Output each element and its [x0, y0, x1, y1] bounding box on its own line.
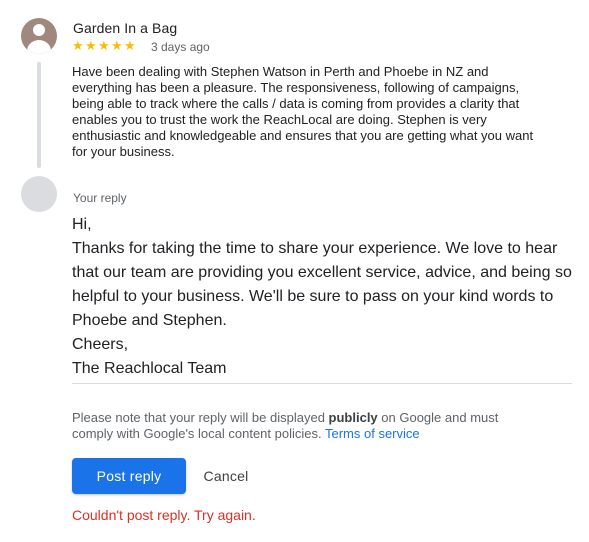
- reply-text-line: Thanks for taking the time to share your…: [72, 240, 558, 257]
- notice-line2: comply with Google's local content polic…: [72, 426, 325, 441]
- cancel-button[interactable]: Cancel: [190, 458, 262, 494]
- reply-text-line: The Reachlocal Team: [72, 360, 227, 377]
- error-message: Couldn't post reply. Try again.: [72, 507, 256, 523]
- avatar-body-shape: [27, 40, 51, 54]
- notice-prefix: Please note that your reply will be disp…: [72, 410, 329, 425]
- reply-text-line: helpful to your business. We'll be sure …: [72, 288, 554, 305]
- star-rating: ★ ★ ★ ★ ★: [72, 39, 137, 53]
- reply-text-line: Hi,: [72, 216, 92, 233]
- reply-textarea[interactable]: Hi, Thanks for taking the time to share …: [72, 213, 572, 384]
- reviewer-name: Garden In a Bag: [73, 20, 178, 36]
- reply-label: Your reply: [73, 191, 127, 205]
- review-reply-panel: Garden In a Bag ★ ★ ★ ★ ★ 3 days ago Hav…: [0, 0, 589, 542]
- reviewer-avatar: [21, 18, 57, 54]
- reply-avatar: [21, 176, 57, 212]
- review-time: 3 days ago: [151, 40, 210, 54]
- star-icon: ★: [111, 38, 123, 53]
- review-text-line: for your business.: [72, 144, 175, 159]
- reply-text-line: Phoebe and Stephen.: [72, 312, 227, 329]
- review-text-line: enables you to trust the work the ReachL…: [72, 112, 487, 127]
- post-reply-button[interactable]: Post reply: [72, 458, 186, 494]
- avatar-head-shape: [33, 24, 45, 36]
- review-text-line: being able to track where the calls / da…: [72, 96, 520, 111]
- review-text-line: enthusiastic and knowledgeable and ensur…: [72, 128, 534, 143]
- terms-of-service-link[interactable]: Terms of service: [325, 426, 420, 441]
- reply-text-line: that our team are providing you excellen…: [72, 264, 572, 281]
- review-text-line: everything has been a pleasure. The resp…: [72, 80, 520, 95]
- review-text: Have been dealing with Stephen Watson in…: [72, 64, 577, 160]
- reply-text-line: Cheers,: [72, 336, 129, 353]
- notice-middle: on Google and must: [377, 410, 499, 425]
- thread-line: [37, 62, 41, 168]
- star-icon: ★: [98, 38, 110, 53]
- star-icon: ★: [124, 38, 136, 53]
- notice-bold: publicly: [328, 410, 378, 425]
- star-icon: ★: [72, 38, 84, 53]
- star-icon: ★: [85, 38, 97, 53]
- review-text-line: Have been dealing with Stephen Watson in…: [72, 64, 489, 79]
- public-reply-notice: Please note that your reply will be disp…: [72, 410, 552, 442]
